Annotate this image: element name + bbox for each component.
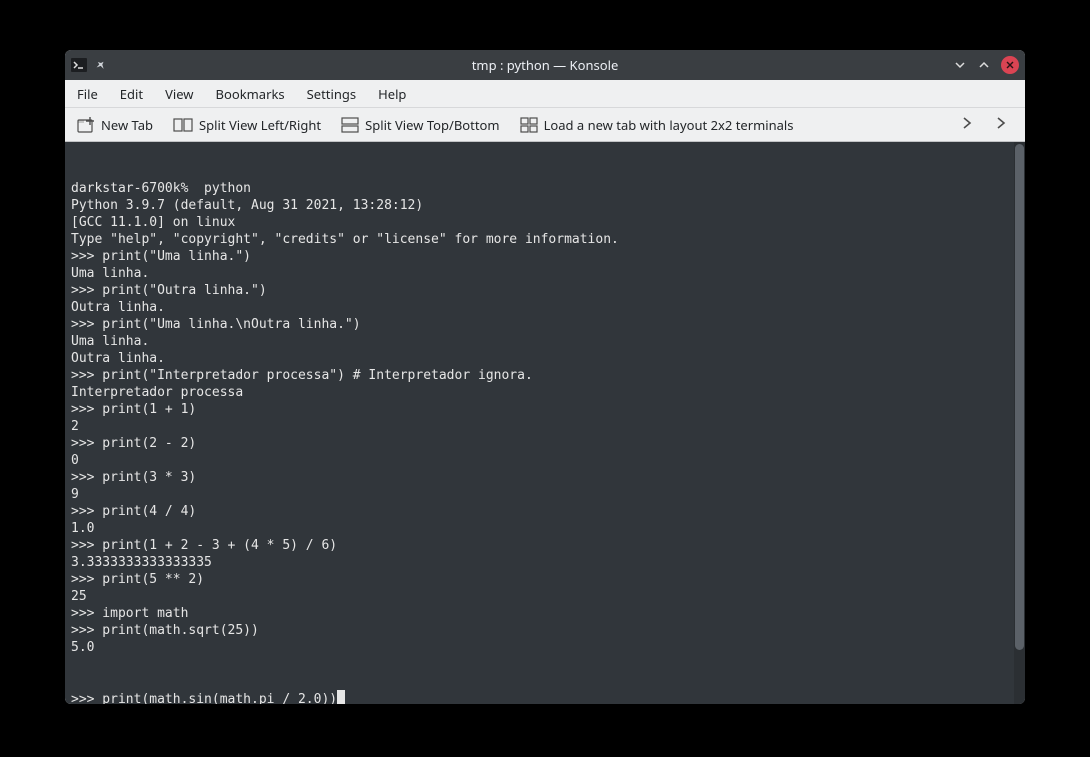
terminal-area[interactable]: darkstar-6700k% python Python 3.9.7 (def… (65, 142, 1025, 704)
titlebar: tmp : python — Konsole (65, 50, 1025, 80)
window-title: tmp : python — Konsole (472, 56, 619, 74)
menu-help[interactable]: Help (378, 85, 406, 103)
grid-2x2-icon (520, 117, 538, 133)
split-lr-label: Split View Left/Right (199, 116, 321, 134)
new-tab-icon (77, 117, 95, 133)
new-tab-button[interactable]: New Tab (77, 116, 153, 134)
menu-edit[interactable]: Edit (120, 85, 143, 103)
minimize-button[interactable] (953, 58, 967, 72)
menubar: File Edit View Bookmarks Settings Help (65, 80, 1025, 108)
split-tb-label: Split View Top/Bottom (365, 116, 499, 134)
split-tb-icon (341, 117, 359, 133)
toolbar: New Tab Split View Left/Right Split View… (65, 108, 1025, 142)
load-layout-label: Load a new tab with layout 2x2 terminals (544, 116, 794, 134)
scrollbar-thumb[interactable] (1015, 144, 1024, 650)
split-lr-icon (173, 117, 193, 133)
split-tb-button[interactable]: Split View Top/Bottom (341, 116, 499, 134)
maximize-button[interactable] (977, 58, 991, 72)
app-icon (71, 58, 87, 72)
menu-bookmarks[interactable]: Bookmarks (216, 85, 285, 103)
menu-settings[interactable]: Settings (307, 85, 356, 103)
konsole-window: tmp : python — Konsole File Edit View Bo… (65, 50, 1025, 704)
new-tab-label: New Tab (101, 116, 153, 134)
scrollbar[interactable] (1014, 142, 1025, 704)
split-lr-button[interactable]: Split View Left/Right (173, 116, 321, 134)
menu-file[interactable]: File (77, 85, 98, 103)
menu-view[interactable]: View (165, 85, 193, 103)
text-cursor (337, 690, 345, 704)
toolbar-chevron-right-1-icon[interactable] (961, 116, 973, 134)
close-button[interactable] (1001, 56, 1019, 74)
pin-icon[interactable] (95, 59, 108, 72)
load-layout-button[interactable]: Load a new tab with layout 2x2 terminals (520, 116, 794, 134)
toolbar-chevron-right-2-icon[interactable] (995, 116, 1007, 134)
